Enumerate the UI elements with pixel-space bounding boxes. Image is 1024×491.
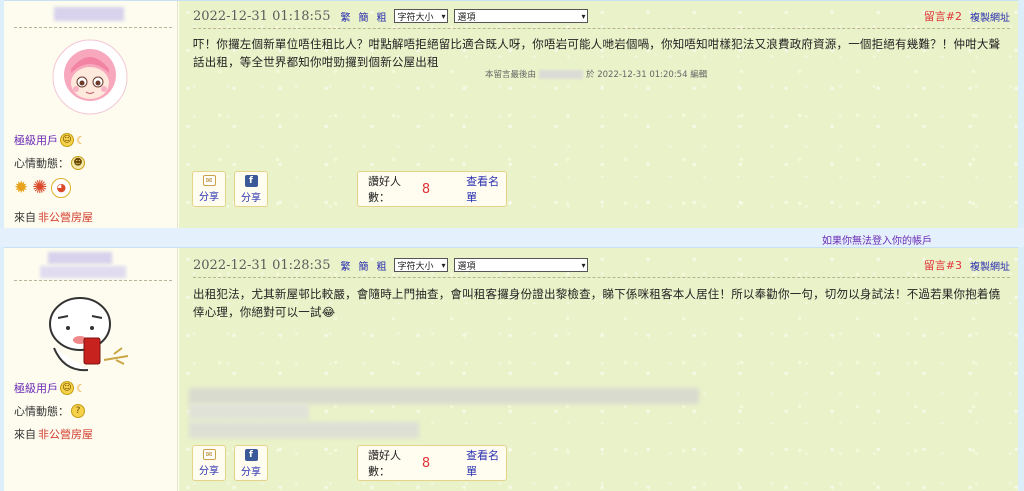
font-size-select[interactable]: 字符大小 ▾ — [394, 258, 449, 272]
redacted-signature — [189, 388, 699, 404]
post-body: 2022-12-31 01:18:55 繁 簡 粗 字符大小 ▾ 選項 ▾ 留言#2… — [179, 1, 1018, 228]
header-right: 留言#2 複製網址 — [924, 8, 1010, 24]
chick-medal-icon: ◕ — [51, 177, 72, 198]
share-email-button[interactable]: ✉ 分享 — [192, 445, 226, 481]
divider — [14, 280, 172, 281]
options-select[interactable]: 選項 ▾ — [454, 258, 589, 272]
user-sidebar: 極級用戶 ☺ ☾ 心情動態： ? 來自 非公營房屋 — [4, 248, 178, 491]
fire-medal-icon: ✺ — [32, 177, 48, 198]
likes-box: 讚好人數： 8 查看名單 — [357, 445, 507, 481]
from-prefix: 來自 — [14, 211, 36, 224]
header-divider — [193, 28, 1010, 29]
options-select[interactable]: 選項 ▾ — [454, 9, 589, 23]
share-facebook-button[interactable]: f 分享 — [234, 171, 268, 207]
facebook-icon: f — [244, 449, 258, 461]
coarse-link[interactable]: 粗 — [376, 9, 386, 24]
simplified-link[interactable]: 簡 — [358, 9, 368, 24]
username-redacted-2 — [40, 266, 126, 278]
post-3: 極級用戶 ☺ ☾ 心情動態： ? 來自 非公營房屋 2022-12-31 01:… — [4, 247, 1018, 491]
traditional-link[interactable]: 繁 — [340, 258, 350, 273]
copy-url-link[interactable]: 複製網址 — [970, 258, 1010, 273]
facebook-icon: f — [244, 175, 258, 187]
user-level-row: 極級用戶 ☺ ☾ — [14, 380, 86, 396]
likes-count: 8 — [421, 181, 431, 197]
share-facebook-button[interactable]: f 分享 — [234, 445, 268, 481]
share-fb-label: 分享 — [241, 193, 261, 204]
post-header: 2022-12-31 01:18:55 繁 簡 粗 字符大小 ▾ 選項 ▾ 留言#2… — [193, 7, 1010, 25]
view-likes-list-link[interactable]: 查看名單 — [466, 447, 506, 479]
user-avatar[interactable] — [44, 288, 136, 374]
divider — [14, 27, 172, 28]
sun-medal-icon: ✹ — [14, 177, 29, 198]
share-email-label: 分享 — [199, 192, 219, 203]
mood-label: 心情動態： — [14, 405, 69, 418]
view-likes-list-link[interactable]: 查看名單 — [466, 173, 506, 205]
login-help-link[interactable]: 如果你無法登入你的帳戶 — [822, 232, 932, 247]
grin-emoji-icon: ☺ — [60, 133, 74, 147]
post-content: 吓！你攞左個新單位唔住租比人？咁點解唔拒絕留比適合既人呀，你唔岩可能人哋岩個喎，… — [193, 37, 1001, 69]
font-size-select[interactable]: 字符大小 ▾ — [394, 9, 449, 23]
post-timestamp: 2022-12-31 01:28:35 — [193, 257, 331, 273]
edit-note: 本留言最後由 於 2022-12-31 01:20:54 編輯 — [485, 68, 707, 80]
likes-label: 讚好人數： — [368, 449, 401, 478]
moon-icon: ☾ — [76, 133, 86, 147]
share-fb-label: 分享 — [241, 467, 261, 478]
redacted-signature-2 — [189, 404, 309, 420]
from-place-link[interactable]: 非公營房屋 — [38, 209, 93, 225]
post-timestamp: 2022-12-31 01:18:55 — [193, 8, 331, 24]
username-redacted — [54, 7, 124, 21]
from-place-link[interactable]: 非公營房屋 — [38, 426, 93, 442]
chevron-down-icon: ▾ — [581, 11, 586, 21]
post-content: 出租犯法，尤其新屋邨比較嚴，會隨時上門抽查，會叫租客攞身份證出黎檢查，睇下係咪租… — [193, 287, 1001, 319]
share-email-button[interactable]: ✉ 分享 — [192, 171, 226, 207]
mood-label: 心情動態： — [14, 157, 69, 170]
coarse-link[interactable]: 粗 — [376, 258, 386, 273]
moon-icon: ☾ — [76, 381, 86, 395]
editor-redacted — [539, 70, 584, 79]
email-icon: ✉ — [202, 175, 216, 186]
grin-emoji-icon: ☺ — [60, 381, 74, 395]
chevron-down-icon: ▾ — [581, 260, 586, 270]
copy-url-link[interactable]: 複製網址 — [970, 9, 1010, 24]
user-avatar[interactable] — [52, 39, 128, 115]
likes-label: 讚好人數： — [368, 175, 401, 204]
chevron-down-icon: ▾ — [441, 11, 446, 21]
post-number-link[interactable]: 留言#2 — [924, 8, 962, 24]
post-number-link[interactable]: 留言#3 — [924, 257, 962, 273]
email-icon: ✉ — [202, 449, 216, 460]
redacted-signature-3 — [189, 422, 419, 438]
user-level-label[interactable]: 極級用戶 — [14, 132, 58, 148]
post-body: 2022-12-31 01:28:35 繁 簡 粗 字符大小 ▾ 選項 ▾ 留言#3… — [179, 248, 1018, 491]
chevron-down-icon: ▾ — [441, 260, 446, 270]
username-redacted — [48, 252, 112, 264]
likes-count: 8 — [421, 455, 431, 471]
user-level-row: 極級用戶 ☺ ☾ — [14, 132, 86, 148]
question-mood-icon: ? — [71, 404, 85, 418]
from-row: 來自 非公營房屋 — [14, 426, 93, 442]
mood-row: 心情動態： ☻ — [14, 155, 85, 171]
post-header: 2022-12-31 01:28:35 繁 簡 粗 字符大小 ▾ 選項 ▾ 留言#3… — [193, 256, 1010, 274]
medal-row: ✹ ✺ ◕ — [14, 177, 72, 198]
mood-face-icon: ☻ — [71, 156, 85, 170]
share-email-label: 分享 — [199, 466, 219, 477]
edit-suffix: 於 2022-12-31 01:20:54 編輯 — [586, 70, 708, 80]
edit-prefix: 本留言最後由 — [485, 70, 537, 80]
mood-row: 心情動態： ? — [14, 403, 85, 419]
simplified-link[interactable]: 簡 — [358, 258, 368, 273]
post-2: 極級用戶 ☺ ☾ 心情動態： ☻ ✹ ✺ ◕ 來自 非公營房屋 2022-12-… — [4, 0, 1018, 228]
header-right: 留言#3 複製網址 — [924, 257, 1010, 273]
from-prefix: 來自 — [14, 428, 36, 441]
user-sidebar: 極級用戶 ☺ ☾ 心情動態： ☻ ✹ ✺ ◕ 來自 非公營房屋 — [4, 1, 178, 228]
user-level-label[interactable]: 極級用戶 — [14, 380, 58, 396]
traditional-link[interactable]: 繁 — [340, 9, 350, 24]
likes-box: 讚好人數： 8 查看名單 — [357, 171, 507, 207]
header-divider — [193, 277, 1010, 278]
from-row: 來自 非公營房屋 — [14, 209, 93, 225]
